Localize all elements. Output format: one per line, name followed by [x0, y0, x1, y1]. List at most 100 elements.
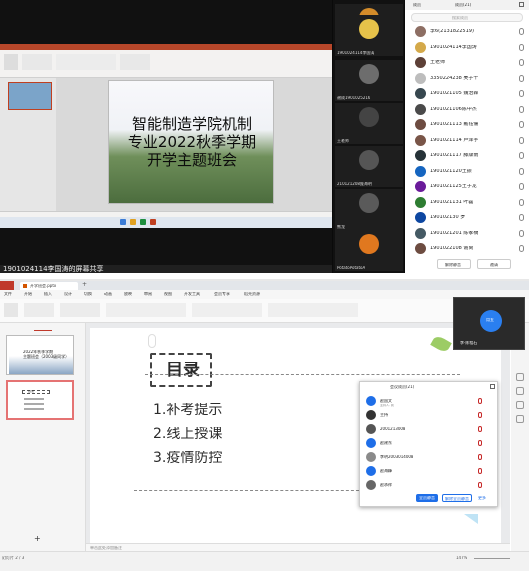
mic-icon[interactable] — [519, 28, 524, 35]
more-button[interactable]: 更多 — [478, 496, 486, 500]
video-tile[interactable]: 1901024114李国涛 — [335, 15, 403, 56]
property-icon[interactable] — [516, 373, 524, 381]
member-row[interactable]: 1901021114 卢泽宇 — [409, 134, 525, 148]
slide-counter: 幻灯片 2 / 3 — [2, 556, 25, 560]
tab-outline[interactable]: 大纲 — [18, 325, 34, 341]
mic-off-icon[interactable] — [478, 426, 482, 432]
slide-thumbnail-1[interactable]: 2022年秋季学期 主题班会（2003级同学） — [6, 335, 74, 375]
agenda-item-1: 1.补考提示 — [153, 403, 223, 417]
mic-off-icon[interactable] — [478, 412, 482, 418]
mic-off-icon[interactable] — [478, 398, 482, 404]
add-slide-icon[interactable]: + — [34, 535, 41, 543]
mic-icon[interactable] — [519, 167, 524, 175]
mic-off-icon[interactable] — [478, 440, 482, 446]
menu-item[interactable]: 插入 — [44, 292, 52, 296]
menu-item[interactable]: 视图 — [164, 292, 172, 296]
member-name: 1901021106陈中杰 — [430, 106, 477, 112]
menu-item[interactable]: 稻壳资源 — [244, 292, 260, 296]
member-row[interactable]: 3350224238 吴子千 — [409, 72, 525, 86]
mic-icon[interactable] — [519, 214, 524, 221]
settings-icon[interactable] — [516, 415, 524, 423]
new-tab-icon[interactable]: + — [82, 282, 87, 288]
agenda-item-2: 2.线上授课 — [153, 427, 223, 441]
slide-thumbnail-2[interactable]: 目录 — [6, 380, 74, 420]
mic-icon[interactable] — [519, 105, 524, 113]
unmute-all-button[interactable]: 解除全员静音 — [442, 494, 472, 502]
video-name: PotatoPotatoA — [337, 266, 366, 270]
mic-icon[interactable] — [519, 245, 524, 252]
zoom-level[interactable]: 147% — [456, 556, 467, 560]
mic-icon[interactable] — [519, 90, 524, 97]
member-row[interactable]: 1901022108 谢尚 — [409, 242, 525, 256]
file-tab[interactable]: 开学班会.pptx — [20, 282, 78, 290]
avatar — [366, 466, 376, 476]
popup-member-row[interactable]: 赵国文 主持人, 我 — [364, 396, 494, 408]
video-tile[interactable]: PotatoPotatoA — [335, 230, 403, 271]
menu-item[interactable]: 开始 — [24, 292, 32, 296]
member-row[interactable]: 190102130 罗 — [409, 211, 525, 225]
members-count: 成员(21) — [455, 3, 472, 7]
member-row[interactable]: 1901021106陈中杰 — [409, 103, 525, 117]
member-row[interactable]: 1901021120王振 — [409, 165, 525, 179]
notes-bar[interactable]: 单击此处添加备注 — [86, 543, 510, 551]
member-row[interactable]: 1901021105 魏治霖 — [409, 87, 525, 101]
member-row[interactable]: 1901024114李国涛 — [409, 41, 525, 55]
wps-logo — [0, 281, 14, 290]
animation-icon[interactable] — [516, 401, 524, 409]
mic-off-icon[interactable] — [478, 468, 482, 474]
popup-member-row[interactable]: 李明2003014008 — [364, 452, 494, 464]
menu-item[interactable]: 设计 — [64, 292, 72, 296]
unmute-all-button[interactable]: 解除静音 — [437, 259, 471, 269]
mic-icon[interactable] — [519, 229, 524, 237]
video-tile[interactable]: 王老师 — [335, 103, 403, 144]
menu-item[interactable]: 文件 — [4, 292, 12, 296]
menu-item[interactable]: 动画 — [104, 292, 112, 296]
popup-member-row[interactable]: 主持 — [364, 410, 494, 422]
member-row[interactable]: 1901021201 陈孝楠 — [409, 227, 525, 241]
mute-all-button[interactable]: 全员静音 — [416, 494, 438, 502]
video-tile[interactable]: 210121208庞海明 — [335, 146, 403, 187]
member-row[interactable]: 1901021125王子龙 — [409, 180, 525, 194]
video-name: 1901024114李国涛 — [337, 51, 375, 55]
slide-thumbnail-1[interactable] — [8, 82, 52, 110]
member-name: 1901021125王子龙 — [430, 184, 477, 189]
mic-icon[interactable] — [519, 59, 524, 66]
popup-member-row[interactable]: 赵建东 — [364, 438, 494, 450]
video-name: 210121208庞海明 — [337, 182, 372, 186]
video-tile[interactable]: 熊龙 — [335, 189, 403, 230]
mic-icon[interactable] — [519, 74, 524, 82]
close-icon[interactable] — [519, 2, 524, 7]
menu-item[interactable]: 切换 — [84, 292, 92, 296]
mic-icon[interactable] — [519, 183, 524, 190]
mic-off-icon[interactable] — [478, 454, 482, 460]
popup-member-row[interactable]: 2001213008 — [364, 424, 494, 436]
popup-member-row[interactable]: 赵海峰 — [364, 466, 494, 478]
mic-icon[interactable] — [519, 121, 524, 128]
member-row[interactable]: 1901021113 戴钰儒 — [409, 118, 525, 132]
design-icon[interactable] — [516, 387, 524, 395]
paste-icon[interactable] — [4, 303, 18, 317]
slide-line-3: 开学主题班会 — [146, 151, 237, 169]
close-icon[interactable] — [490, 384, 495, 389]
mic-icon[interactable] — [519, 136, 524, 144]
mic-icon[interactable] — [519, 198, 524, 206]
menu-item[interactable]: 开发工具 — [184, 292, 200, 296]
menu-item[interactable]: 放映 — [124, 292, 132, 296]
menu-item[interactable]: 会员专享 — [214, 292, 230, 296]
menu-item[interactable]: 审阅 — [144, 292, 152, 296]
member-name: 1901021120王振 — [430, 168, 472, 174]
tab-slides[interactable]: 幻灯片 — [34, 325, 52, 341]
member-row[interactable]: 1901021117 滕康南 — [409, 149, 525, 163]
zoom-slider[interactable] — [474, 558, 510, 559]
popup-member-row[interactable]: 赵承祥 — [364, 480, 494, 492]
mic-icon[interactable] — [519, 152, 524, 159]
member-row[interactable]: 李6(2131822519) — [409, 25, 525, 39]
member-search-input[interactable]: 搜索成员 — [411, 13, 523, 22]
member-row[interactable]: 王老师 — [409, 56, 525, 70]
video-tile[interactable]: 谢成1901025216 — [335, 60, 403, 101]
invite-button[interactable]: 邀请 — [477, 259, 511, 269]
member-row[interactable]: 1901021131 叶磊 — [409, 196, 525, 210]
mic-off-icon[interactable] — [478, 482, 482, 488]
mic-icon[interactable] — [519, 43, 524, 51]
shared-screen: 智能制造学院机制 专业2022秋季学期 开学主题班会 19010241​14李国… — [0, 0, 332, 273]
